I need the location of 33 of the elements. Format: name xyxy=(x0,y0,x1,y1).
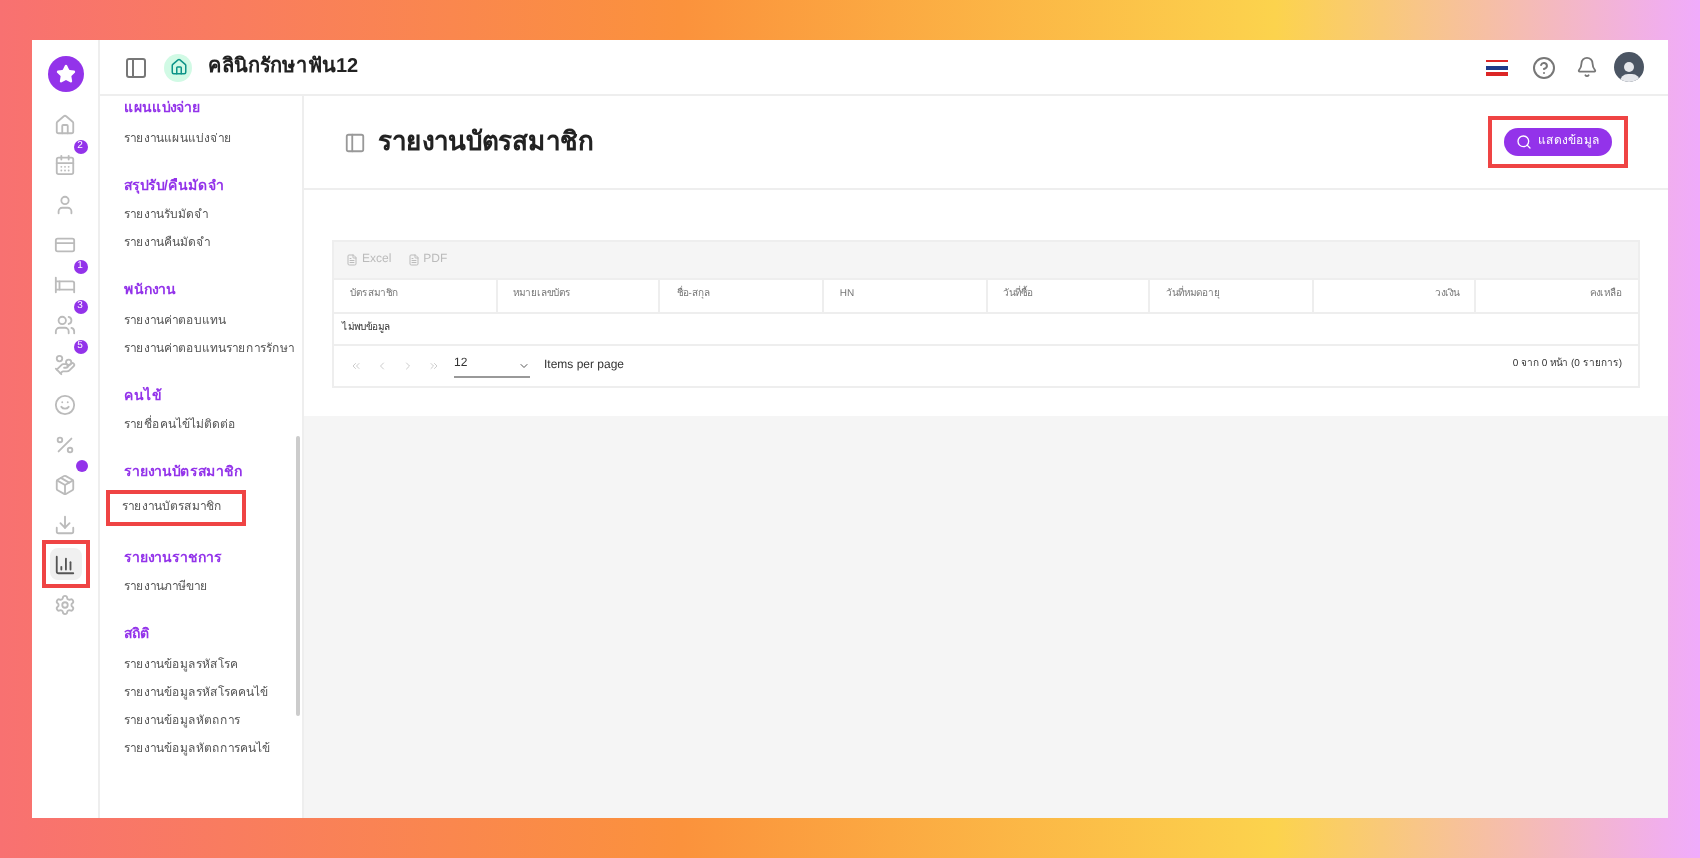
smile-icon xyxy=(54,393,76,415)
file-icon xyxy=(346,254,358,266)
clinic-logo-icon xyxy=(164,53,192,81)
logo-icon xyxy=(47,56,83,92)
bed-icon xyxy=(54,273,76,295)
file-icon xyxy=(407,254,420,266)
previous-page-icon[interactable] xyxy=(376,360,388,372)
percent-icon xyxy=(54,433,76,455)
home-icon xyxy=(54,113,76,135)
download-icon xyxy=(54,513,76,535)
search-icon xyxy=(1516,134,1532,150)
calendar-icon xyxy=(54,153,76,175)
card-icon xyxy=(54,233,76,255)
chart-icon xyxy=(54,553,76,575)
next-page-icon[interactable] xyxy=(402,360,414,372)
help-icon[interactable] xyxy=(1532,55,1556,79)
page-title: รายงานบัตรสมาชิก xyxy=(378,124,594,161)
user-icon xyxy=(54,193,76,215)
clinic-name: คลินิกรักษาฟัน12 xyxy=(208,53,359,82)
avatar-icon[interactable] xyxy=(1614,52,1644,82)
first-page-icon[interactable] xyxy=(350,360,362,372)
settings-icon xyxy=(54,593,76,615)
thai-flag-icon[interactable] xyxy=(1486,59,1508,75)
scrollbar[interactable] xyxy=(296,436,300,716)
people-icon xyxy=(54,313,76,335)
panel-icon xyxy=(344,131,366,153)
last-page-icon[interactable] xyxy=(428,360,440,372)
caret-icon xyxy=(518,359,530,371)
bell-icon[interactable] xyxy=(1576,56,1598,78)
rail-item[interactable] xyxy=(49,548,81,580)
hand-icon xyxy=(54,353,76,375)
sidebar-toggle-icon[interactable] xyxy=(124,55,148,79)
box-icon xyxy=(54,473,76,495)
